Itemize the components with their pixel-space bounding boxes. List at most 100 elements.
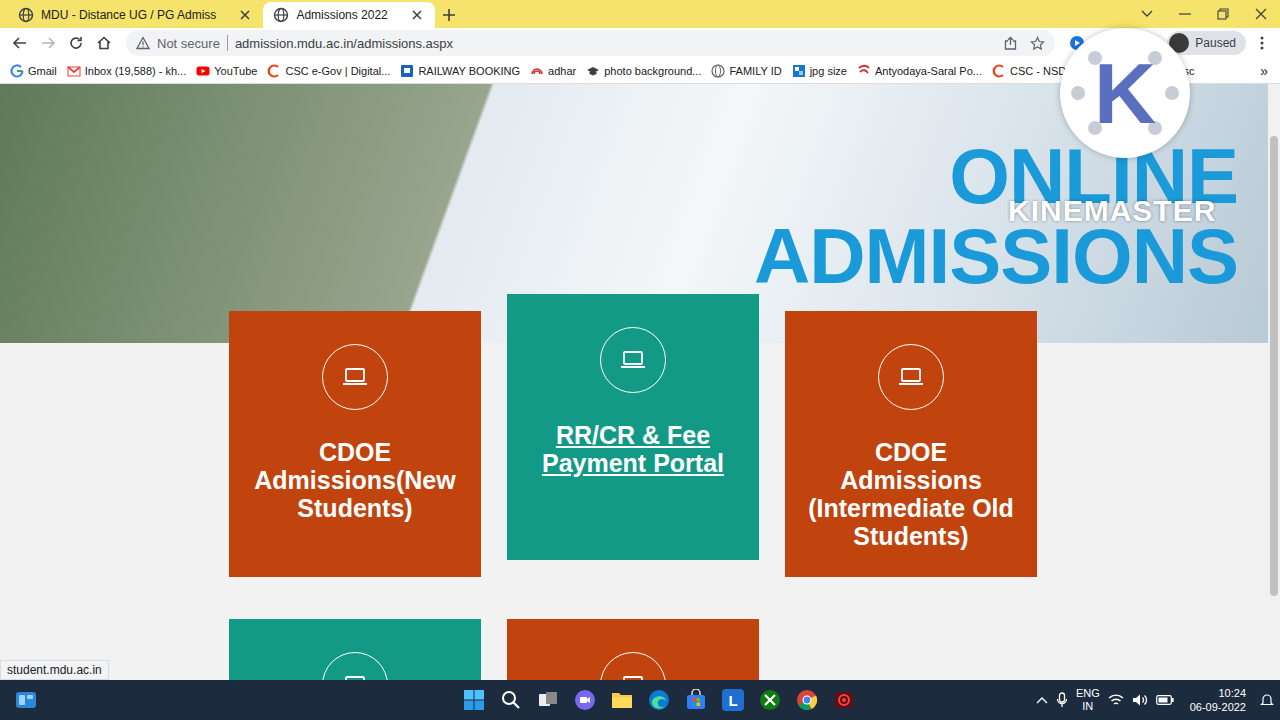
browser-tab[interactable]: MDU - Distance UG / PG Admiss [8,2,263,28]
tab-title[interactable]: MDU - Distance UG / PG Admiss [41,8,216,22]
recorder-icon[interactable] [830,686,858,714]
scrollbar[interactable] [1268,84,1280,680]
search-icon[interactable] [497,686,525,714]
pinned-app[interactable]: L [719,686,747,714]
bookmark[interactable]: Gmail [10,64,57,78]
laptop-icon [619,674,647,680]
bookmark[interactable]: YouTube [196,64,257,78]
tray-chevron-icon[interactable] [1036,696,1048,704]
bookmark-label[interactable]: Gmail [28,65,57,77]
bookmark[interactable]: Antyodaya-Saral Po... [857,64,982,78]
language-indicator[interactable]: ENGIN [1076,687,1100,713]
address-bar[interactable]: Not secure admission.mdu.ac.in/admissions… [126,30,1055,56]
file-explorer-icon[interactable] [608,686,636,714]
tab-search-icon[interactable] [1128,0,1166,28]
warning-icon[interactable] [136,36,150,50]
laptop-icon [341,674,369,680]
bookmark-label[interactable]: YouTube [214,65,257,77]
share-icon[interactable] [1003,36,1018,51]
chat-icon[interactable] [571,686,599,714]
bookmark-label[interactable]: Antyodaya-Saral Po... [875,65,982,77]
back-icon[interactable] [8,31,32,55]
bookmark-label[interactable]: photo background... [604,65,701,77]
bookmark[interactable]: RAILWAY BOOKING [400,64,520,78]
card-title[interactable]: RR/CR & Fee Payment Portal [525,421,741,477]
xbox-icon[interactable] [756,686,784,714]
watermark-text: KINEMASTER [1008,194,1216,228]
admission-card[interactable]: CDOE Admissions(New Students) [229,311,481,577]
taskbar: L ENGIN 10:2406-09-2022 [0,680,1280,720]
region[interactable]: IN [1082,700,1093,713]
date[interactable]: 06-09-2022 [1190,700,1246,714]
card-title[interactable]: CDOE Admissions (Intermediate Old Studen… [803,438,1019,550]
bookmark[interactable]: CSC e-Gov | Digital... [267,64,390,78]
gmail-icon [67,64,81,78]
status-url: student.mdu.ac.in [0,660,109,680]
widgets-icon[interactable] [12,686,40,714]
bookmark-star-icon[interactable] [1030,36,1045,51]
bookmark[interactable]: jpg size [792,64,847,78]
new-tab-icon[interactable] [435,2,463,28]
bookmark-label[interactable]: Inbox (19,588) - kh... [85,65,187,77]
bookmark[interactable]: photo background... [586,64,701,78]
bookmark[interactable]: FAMILY ID [711,64,781,78]
tab-title[interactable]: Admissions 2022 [296,8,387,22]
wifi-icon[interactable] [1108,693,1124,707]
more-bookmarks[interactable]: » [1260,63,1268,79]
bookmark-label[interactable]: jpg size [810,65,847,77]
pinned-app-letter[interactable]: L [722,689,744,711]
admission-card[interactable]: RR/CR & Fee Payment Portal [507,294,759,560]
taskbar-apps: L [460,686,858,714]
profile-chip[interactable]: Paused [1167,31,1246,55]
logo-letter: K [1094,50,1156,136]
language[interactable]: ENG [1076,687,1100,700]
bookmark[interactable]: Inbox (19,588) - kh... [67,64,187,78]
card-row: CDOE Admissions(New Students) RR/CR & Fee… [0,294,1268,577]
restore-icon[interactable] [1204,0,1242,28]
minimize-icon[interactable] [1166,0,1204,28]
page-viewport: ONLINEADMISSIONS CDOE Admissions(New Stu… [0,84,1280,680]
store-icon[interactable] [682,686,710,714]
aadhaar-icon [530,64,544,78]
separator [227,35,228,51]
menu-icon[interactable] [1250,31,1274,55]
laptop-icon [897,366,925,388]
card-title[interactable]: CDOE Admissions(New Students) [247,438,463,522]
home-icon[interactable] [92,31,116,55]
cap-icon [586,64,600,78]
admission-card[interactable]: CDOE Admissions (Intermediate Old Studen… [785,311,1037,577]
bookmark-label[interactable]: CSC e-Gov | Digital... [285,65,390,77]
globe-icon [18,7,34,23]
task-view-icon[interactable] [534,686,562,714]
forward-icon[interactable] [36,31,60,55]
address-actions [1003,36,1045,51]
notification-icon[interactable] [1260,693,1274,707]
microphone-icon[interactable] [1056,692,1068,708]
bookmark-label[interactable]: adhar [548,65,576,77]
close-window-icon[interactable] [1242,0,1280,28]
screen: {"browser": { "tabs": [{"title": "MDU - … [0,0,1280,720]
tab-strip: MDU - Distance UG / PG Admiss Admissions … [0,0,1280,28]
edge-icon[interactable] [645,686,673,714]
chrome-icon[interactable] [793,686,821,714]
google-icon [10,64,24,78]
start-icon[interactable] [460,686,488,714]
bookmark[interactable]: adhar [530,64,576,78]
close-icon[interactable] [237,7,253,23]
volume-icon[interactable] [1132,693,1148,707]
bookmark-label[interactable]: FAMILY ID [729,65,781,77]
scrollbar-thumb[interactable] [1270,136,1278,596]
reload-icon[interactable] [64,31,88,55]
bookmark-label[interactable]: RAILWAY BOOKING [418,65,520,77]
clock[interactable]: 10:2406-09-2022 [1190,686,1246,714]
security-label[interactable]: Not secure [157,36,220,51]
icon-circle [322,652,388,680]
battery-icon[interactable] [1156,695,1174,705]
url-text[interactable]: admission.mdu.ac.in/admissions.aspx [235,36,453,51]
admission-card[interactable] [507,619,759,680]
browser-tab[interactable]: Admissions 2022 [263,2,434,28]
time[interactable]: 10:24 [1218,686,1246,700]
globe-icon [273,7,289,23]
close-icon[interactable] [409,7,425,23]
admission-card[interactable] [229,619,481,680]
